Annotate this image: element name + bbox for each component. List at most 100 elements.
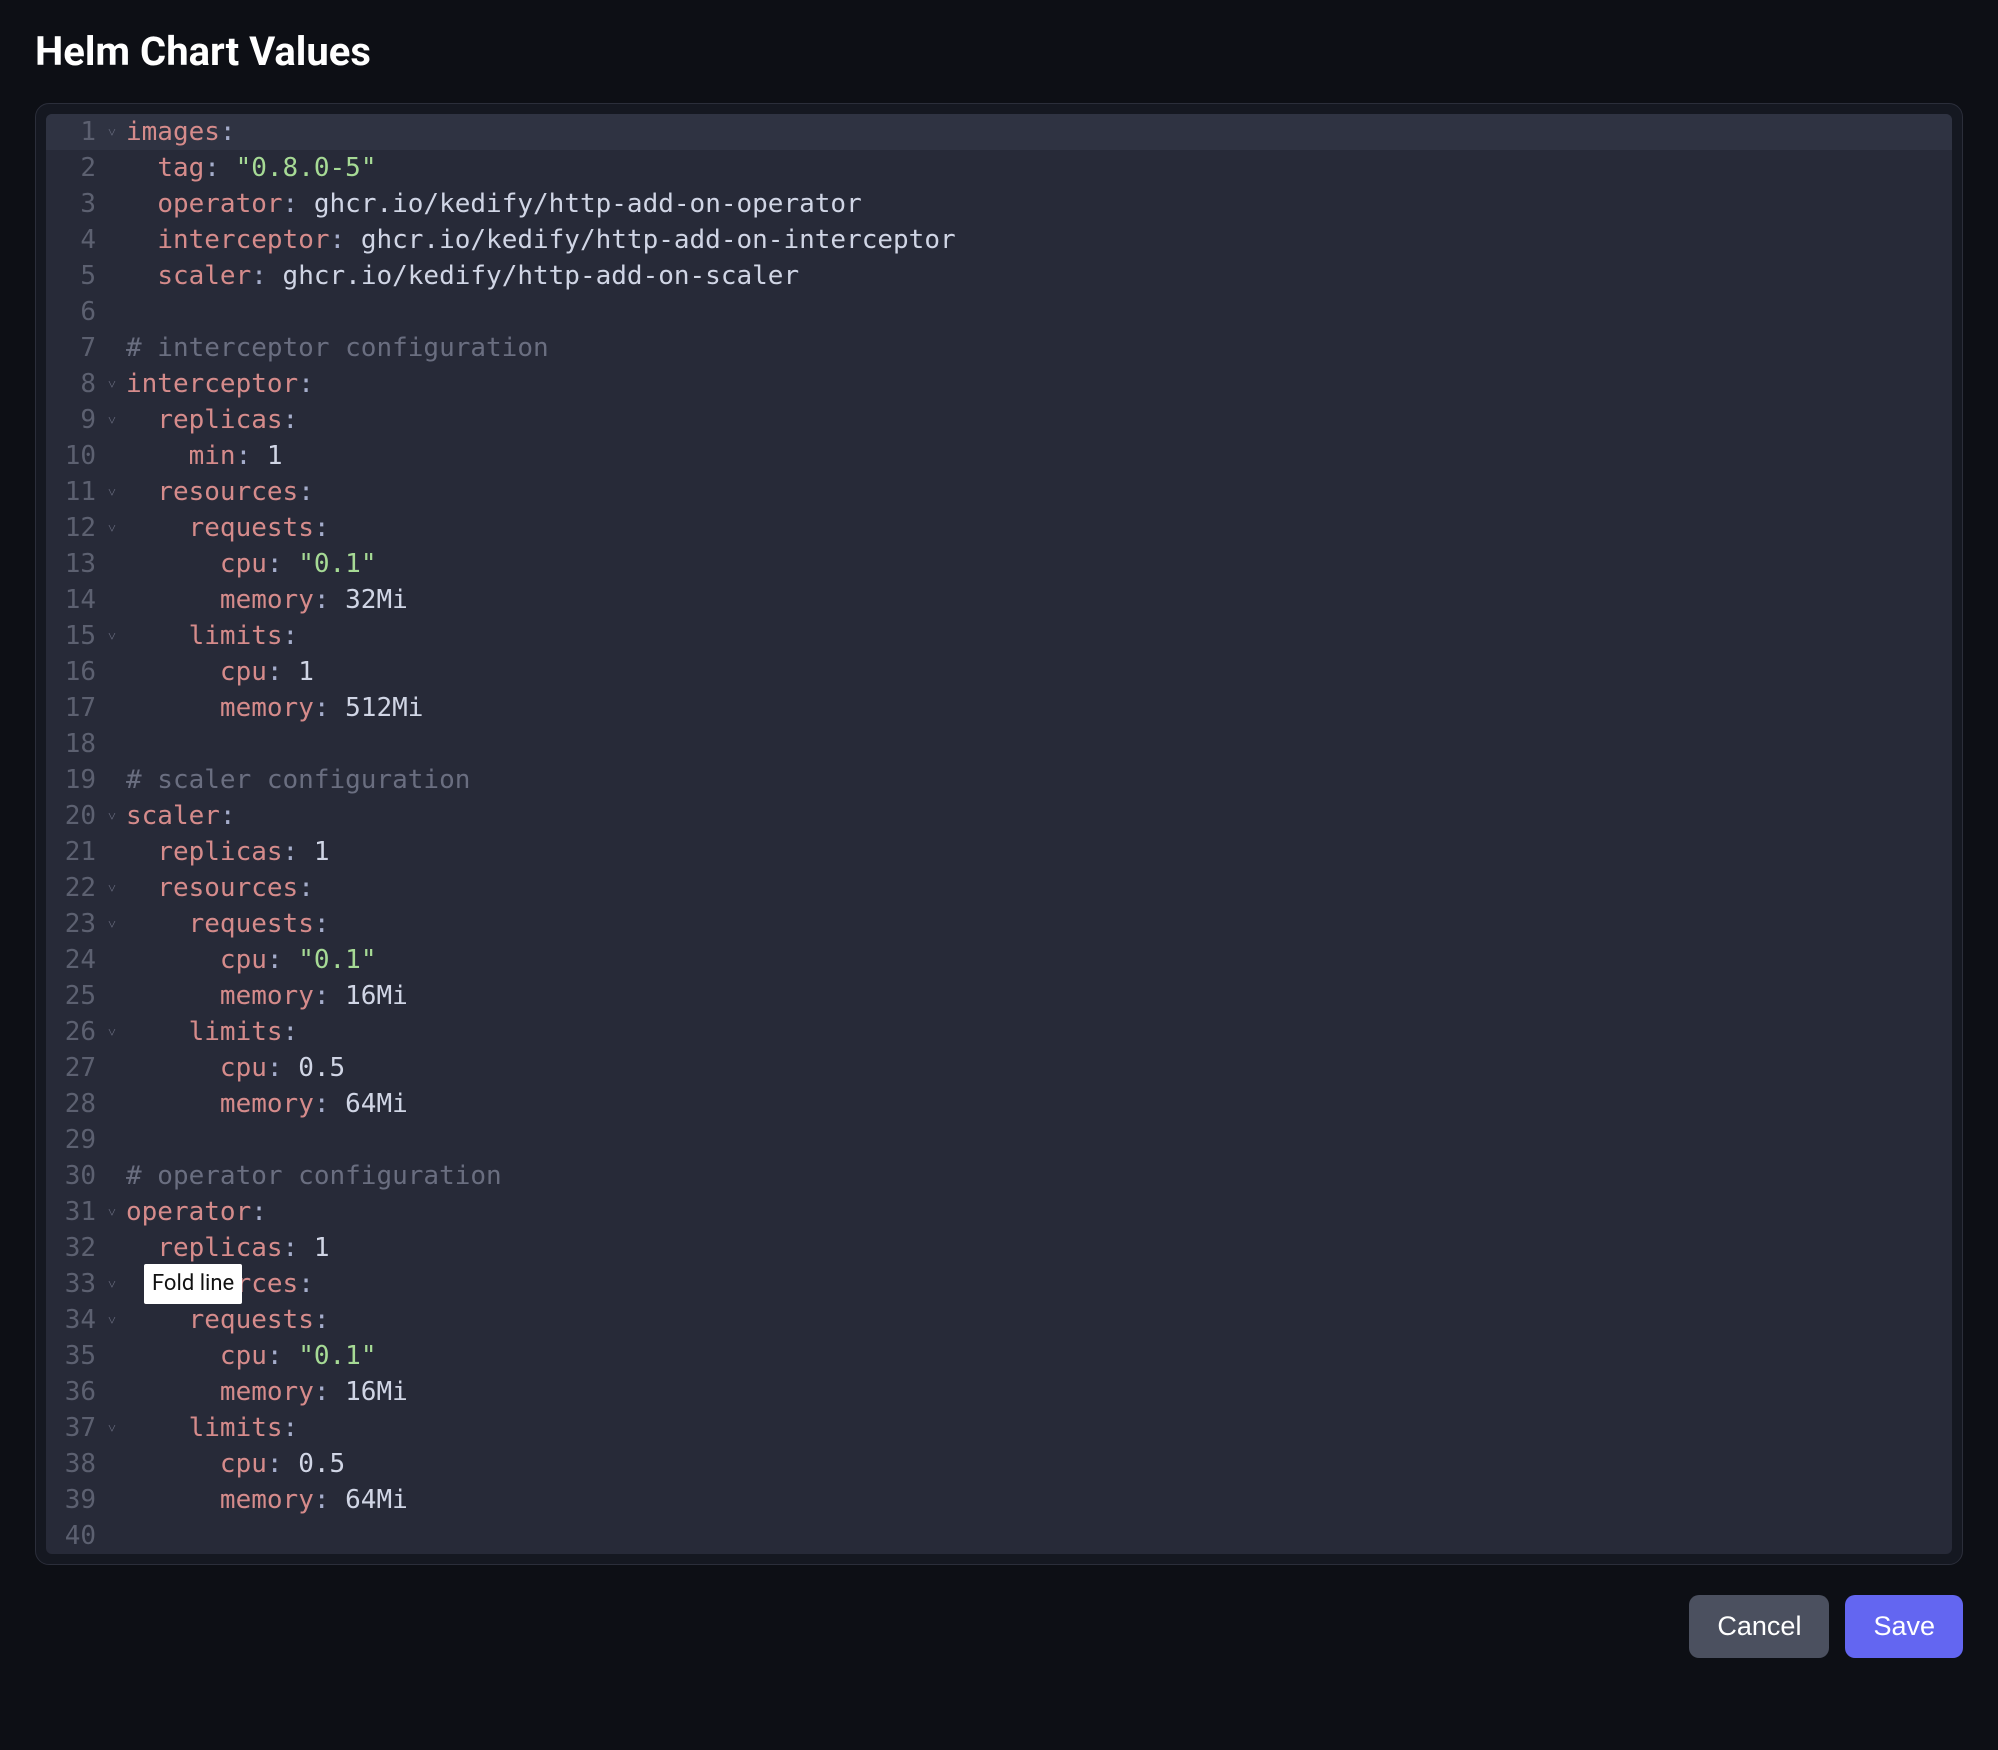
fold-gutter[interactable]: ˅ [102, 618, 122, 654]
line-number: 13 [46, 546, 102, 582]
footer: Cancel Save [35, 1595, 1963, 1658]
code-line[interactable]: 3 operator: ghcr.io/kedify/http-add-on-o… [46, 186, 1952, 222]
code-line[interactable]: 4 interceptor: ghcr.io/kedify/http-add-o… [46, 222, 1952, 258]
chevron-down-icon: ˅ [108, 475, 116, 511]
code-line[interactable]: 15˅ limits: [46, 618, 1952, 654]
code-line[interactable]: 38 cpu: 0.5 [46, 1446, 1952, 1482]
line-number: 5 [46, 258, 102, 294]
code-line[interactable]: 8˅interceptor: [46, 366, 1952, 402]
code-line[interactable]: 6 [46, 294, 1952, 330]
save-button[interactable]: Save [1845, 1595, 1963, 1658]
line-content: replicas: 1 [122, 834, 330, 870]
line-content: # interceptor configuration [122, 330, 549, 366]
code-line[interactable]: 36 memory: 16Mi [46, 1374, 1952, 1410]
code-line[interactable]: 26˅ limits: [46, 1014, 1952, 1050]
line-content: limits: [122, 1410, 298, 1446]
fold-gutter[interactable]: ˅ [102, 906, 122, 942]
fold-gutter[interactable]: ˅ [102, 114, 122, 150]
code-line[interactable]: 35 cpu: "0.1" [46, 1338, 1952, 1374]
fold-gutter[interactable]: ˅ [102, 798, 122, 834]
line-number: 40 [46, 1518, 102, 1554]
code-editor[interactable]: 1˅images:2 tag: "0.8.0-5"3 operator: ghc… [46, 114, 1952, 1554]
code-line[interactable]: 13 cpu: "0.1" [46, 546, 1952, 582]
line-number: 31 [46, 1194, 102, 1230]
code-line[interactable]: 39 memory: 64Mi [46, 1482, 1952, 1518]
code-line[interactable]: 24 cpu: "0.1" [46, 942, 1952, 978]
line-number: 20 [46, 798, 102, 834]
line-number: 15 [46, 618, 102, 654]
code-line[interactable]: 2 tag: "0.8.0-5" [46, 150, 1952, 186]
chevron-down-icon: ˅ [108, 367, 116, 403]
line-number: 35 [46, 1338, 102, 1374]
line-content: cpu: 0.5 [122, 1446, 345, 1482]
code-line[interactable]: 10 min: 1 [46, 438, 1952, 474]
line-content: cpu: "0.1" [122, 546, 376, 582]
code-line[interactable]: 30# operator configuration [46, 1158, 1952, 1194]
code-line[interactable]: 27 cpu: 0.5 [46, 1050, 1952, 1086]
chevron-down-icon: ˅ [108, 1267, 116, 1303]
code-line[interactable]: 18 [46, 726, 1952, 762]
line-content: operator: [122, 1194, 267, 1230]
code-line[interactable]: 9˅ replicas: [46, 402, 1952, 438]
fold-gutter[interactable]: ˅ [102, 1410, 122, 1446]
code-line[interactable]: 7# interceptor configuration [46, 330, 1952, 366]
line-content: memory: 64Mi [122, 1086, 408, 1122]
code-line[interactable]: 21 replicas: 1 [46, 834, 1952, 870]
code-line[interactable]: 32 replicas: 1 [46, 1230, 1952, 1266]
fold-gutter[interactable]: ˅ [102, 510, 122, 546]
code-line[interactable]: 5 scaler: ghcr.io/kedify/http-add-on-sca… [46, 258, 1952, 294]
line-content: cpu: 1 [122, 654, 314, 690]
line-content: cpu: "0.1" [122, 1338, 376, 1374]
line-number: 21 [46, 834, 102, 870]
chevron-down-icon: ˅ [108, 799, 116, 835]
fold-gutter[interactable]: ˅ [102, 1302, 122, 1338]
line-number: 3 [46, 186, 102, 222]
fold-gutter[interactable]: ˅ [102, 870, 122, 906]
code-line[interactable]: 12˅ requests: [46, 510, 1952, 546]
line-content: requests: [122, 906, 330, 942]
code-line[interactable]: 1˅images: [46, 114, 1952, 150]
code-line[interactable]: 28 memory: 64Mi [46, 1086, 1952, 1122]
cancel-button[interactable]: Cancel [1689, 1595, 1829, 1658]
code-line[interactable]: 17 memory: 512Mi [46, 690, 1952, 726]
line-content: resources: [122, 474, 314, 510]
code-line[interactable]: 40 [46, 1518, 1952, 1554]
fold-tooltip: Fold line [144, 1264, 242, 1304]
code-line[interactable]: 11˅ resources: [46, 474, 1952, 510]
line-number: 38 [46, 1446, 102, 1482]
code-line[interactable]: 33˅ resources:Fold line [46, 1266, 1952, 1302]
line-content: # operator configuration [122, 1158, 502, 1194]
code-line[interactable]: 23˅ requests: [46, 906, 1952, 942]
chevron-down-icon: ˅ [108, 115, 116, 151]
line-content: cpu: "0.1" [122, 942, 376, 978]
line-content: replicas: [122, 402, 298, 438]
chevron-down-icon: ˅ [108, 1015, 116, 1051]
chevron-down-icon: ˅ [108, 871, 116, 907]
fold-gutter[interactable]: ˅ [102, 1194, 122, 1230]
line-content: resources: [122, 870, 314, 906]
code-line[interactable]: 16 cpu: 1 [46, 654, 1952, 690]
fold-gutter[interactable]: ˅ [102, 474, 122, 510]
code-line[interactable]: 29 [46, 1122, 1952, 1158]
line-content: requests: [122, 510, 330, 546]
line-content: cpu: 0.5 [122, 1050, 345, 1086]
fold-gutter[interactable]: ˅ [102, 366, 122, 402]
code-line[interactable]: 20˅scaler: [46, 798, 1952, 834]
code-line[interactable]: 25 memory: 16Mi [46, 978, 1952, 1014]
line-number: 9 [46, 402, 102, 438]
fold-gutter[interactable]: ˅ [102, 1266, 122, 1302]
code-line[interactable]: 34˅ requests: [46, 1302, 1952, 1338]
line-content: scaler: ghcr.io/kedify/http-add-on-scale… [122, 258, 799, 294]
code-line[interactable]: 14 memory: 32Mi [46, 582, 1952, 618]
code-line[interactable]: 19# scaler configuration [46, 762, 1952, 798]
line-content: operator: ghcr.io/kedify/http-add-on-ope… [122, 186, 862, 222]
line-number: 8 [46, 366, 102, 402]
code-line[interactable]: 22˅ resources: [46, 870, 1952, 906]
code-line[interactable]: 31˅operator: [46, 1194, 1952, 1230]
fold-gutter[interactable]: ˅ [102, 1014, 122, 1050]
fold-gutter[interactable]: ˅ [102, 402, 122, 438]
line-number: 10 [46, 438, 102, 474]
line-number: 2 [46, 150, 102, 186]
chevron-down-icon: ˅ [108, 403, 116, 439]
code-line[interactable]: 37˅ limits: [46, 1410, 1952, 1446]
